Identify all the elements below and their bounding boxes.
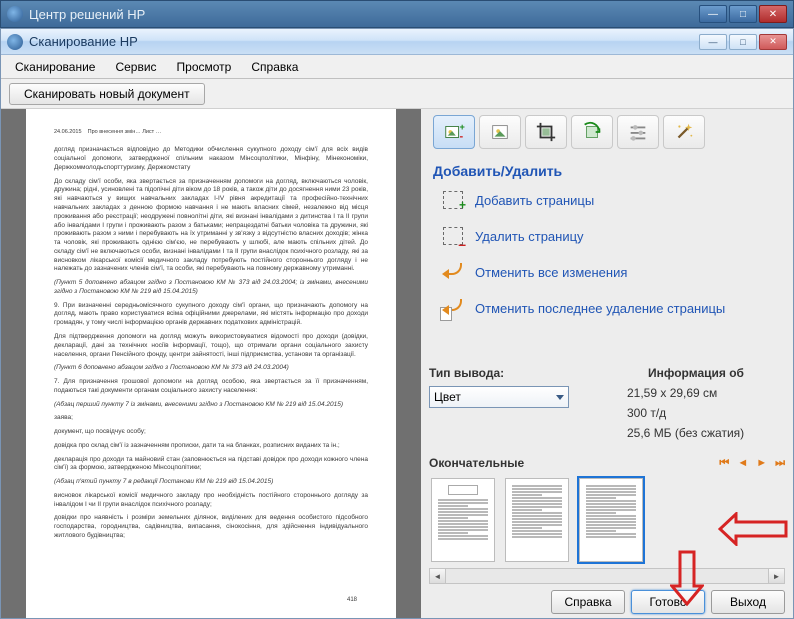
maximize-button[interactable]: □ bbox=[729, 34, 757, 50]
preview-page[interactable]: 24.06.2015 Про внесення змін… Лист … дог… bbox=[26, 109, 396, 618]
toolbar: Сканировать новый документ bbox=[1, 79, 793, 109]
undo-last-delete-label: Отменить последнее удаление страницы bbox=[475, 301, 725, 316]
add-pages-action[interactable]: + Добавить страницы bbox=[441, 189, 781, 211]
preview-paragraph: 7. Для призначення грошової допомоги на … bbox=[54, 378, 368, 396]
undo-all-icon bbox=[441, 261, 465, 283]
thumbnail-page-2[interactable] bbox=[505, 478, 569, 562]
add-remove-section-title: Добавить/Удалить bbox=[433, 163, 785, 179]
bottom-button-bar: Справка Готово Выход bbox=[429, 584, 785, 614]
action-list: + Добавить страницы – Удалить страницу О… bbox=[429, 189, 785, 333]
preview-list-item: довідка про склад сім'ї із зазначенням п… bbox=[54, 442, 368, 451]
sliders-tool-icon[interactable] bbox=[617, 115, 659, 149]
thumbnail-page-1[interactable] bbox=[431, 478, 495, 562]
output-row: Тип вывода: Цвет Информация об 21,59 x 2… bbox=[429, 362, 785, 450]
output-type-value: Цвет bbox=[434, 390, 461, 404]
image-adjust-tool-icon[interactable] bbox=[479, 115, 521, 149]
scan-window-title: Сканирование HP bbox=[29, 34, 699, 49]
output-size: 21,59 x 29,69 см bbox=[607, 386, 785, 400]
done-button[interactable]: Готово bbox=[631, 590, 705, 614]
final-pages-text: Окончательные bbox=[429, 456, 524, 470]
delete-page-label: Удалить страницу bbox=[475, 229, 584, 244]
scan-new-document-button[interactable]: Сканировать новый документ bbox=[9, 83, 205, 105]
preview-note: (Абзац п'ятий пункту 7 в редакції Постан… bbox=[54, 478, 368, 487]
output-info-label: Информация об bbox=[607, 366, 785, 380]
content-area: 24.06.2015 Про внесення змін… Лист … дог… bbox=[1, 109, 793, 618]
scroll-right-button[interactable]: ► bbox=[768, 569, 784, 583]
output-type-label: Тип вывода: bbox=[429, 366, 607, 380]
parent-window-title: Центр решений HP bbox=[29, 7, 699, 22]
crop-tool-icon[interactable] bbox=[525, 115, 567, 149]
delete-page-icon: – bbox=[441, 225, 465, 247]
preview-paragraph: догляд призначається відповідно до Метод… bbox=[54, 146, 368, 172]
nav-next-icon[interactable]: ► bbox=[756, 457, 767, 470]
preview-list-item: висновок лікарської комісії медичного за… bbox=[54, 492, 368, 510]
preview-paragraph: 9. При визначенні середньомісячного суку… bbox=[54, 302, 368, 328]
preview-page-number: 418 bbox=[347, 596, 357, 604]
thumbnail-page-3[interactable] bbox=[579, 478, 643, 562]
parent-window-titlebar: Центр решений HP — □ ✕ bbox=[0, 0, 794, 28]
nav-last-icon[interactable]: ⏭ bbox=[775, 457, 785, 470]
preview-note: (Абзац перший пункту 7 із змінами, внесе… bbox=[54, 401, 368, 410]
preview-note: (Пункт 6 доповнено абзацом згідно з Пост… bbox=[54, 364, 368, 373]
menu-help[interactable]: Справка bbox=[241, 57, 308, 77]
menu-view[interactable]: Просмотр bbox=[167, 57, 242, 77]
preview-note: (Пункт 5 доповнено абзацом згідно з Пост… bbox=[54, 279, 368, 297]
preview-paragraph: До складу сім'ї особи, яка звертається з… bbox=[54, 178, 368, 274]
help-button[interactable]: Справка bbox=[551, 590, 625, 614]
scan-window-titlebar: Сканирование HP — □ ✕ bbox=[1, 29, 793, 55]
add-remove-tool-icon[interactable]: +- bbox=[433, 115, 475, 149]
exit-button[interactable]: Выход bbox=[711, 590, 785, 614]
undo-all-action[interactable]: Отменить все изменения bbox=[441, 261, 781, 283]
preview-list-item: довідки про наявність і розміри земельни… bbox=[54, 514, 368, 540]
menu-service[interactable]: Сервис bbox=[105, 57, 166, 77]
preview-list-item: документ, що посвідчує особу; bbox=[54, 428, 368, 437]
magic-wand-tool-icon[interactable] bbox=[663, 115, 705, 149]
output-dpi: 300 т/д bbox=[607, 406, 785, 420]
delete-page-action[interactable]: – Удалить страницу bbox=[441, 225, 781, 247]
hp-app-icon bbox=[7, 6, 23, 22]
hp-scan-icon bbox=[7, 34, 23, 50]
preview-list-item: декларація про доходи та майновий стан (… bbox=[54, 456, 368, 474]
preview-header-meta: Про внесення змін… Лист … bbox=[88, 129, 162, 135]
output-type-select[interactable]: Цвет bbox=[429, 386, 569, 408]
thumbnail-nav: ⏮ ◄ ► ⏭ bbox=[719, 457, 785, 470]
preview-date: 24.06.2015 bbox=[54, 129, 82, 135]
tool-icon-bar: +- bbox=[429, 111, 785, 153]
nav-first-icon[interactable]: ⏮ bbox=[719, 457, 729, 470]
thumbnail-strip bbox=[429, 472, 785, 568]
svg-text:-: - bbox=[460, 130, 464, 142]
chevron-down-icon bbox=[556, 395, 564, 400]
final-pages-label: Окончательные ⏮ ◄ ► ⏭ bbox=[429, 456, 785, 470]
scan-window: Сканирование HP — □ ✕ Сканирование Серви… bbox=[0, 28, 794, 619]
add-pages-label: Добавить страницы bbox=[475, 193, 594, 208]
undo-last-delete-icon bbox=[441, 297, 465, 319]
parent-maximize-button[interactable]: □ bbox=[729, 5, 757, 23]
menu-bar: Сканирование Сервис Просмотр Справка bbox=[1, 55, 793, 79]
parent-minimize-button[interactable]: — bbox=[699, 5, 727, 23]
preview-paragraph: Для підтвердження допомоги на догляд мож… bbox=[54, 333, 368, 359]
add-pages-icon: + bbox=[441, 189, 465, 211]
undo-last-delete-action[interactable]: Отменить последнее удаление страницы bbox=[441, 297, 781, 319]
parent-close-button[interactable]: ✕ bbox=[759, 5, 787, 23]
preview-list-item: заява; bbox=[54, 414, 368, 423]
undo-all-label: Отменить все изменения bbox=[475, 265, 627, 280]
output-filesize: 25,6 МБ (без сжатия) bbox=[607, 426, 785, 440]
thumbnail-scrollbar[interactable]: ◄ ► bbox=[429, 568, 785, 584]
close-button[interactable]: ✕ bbox=[759, 34, 787, 50]
nav-prev-icon[interactable]: ◄ bbox=[737, 457, 748, 470]
menu-scan[interactable]: Сканирование bbox=[5, 57, 105, 77]
rotate-tool-icon[interactable] bbox=[571, 115, 613, 149]
preview-pane: 24.06.2015 Про внесення змін… Лист … дог… bbox=[1, 109, 421, 618]
right-panel: +- Добавить/Удалить bbox=[421, 109, 793, 618]
scroll-left-button[interactable]: ◄ bbox=[430, 569, 446, 583]
minimize-button[interactable]: — bbox=[699, 34, 727, 50]
